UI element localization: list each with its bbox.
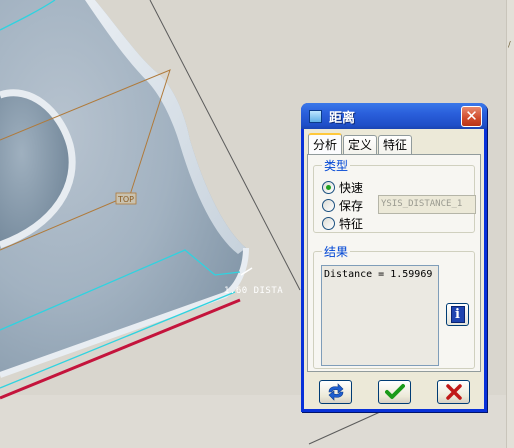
strip-glyph: /	[508, 40, 511, 49]
radio-save-label: 保存	[339, 198, 364, 213]
dialog-app-icon	[309, 109, 322, 123]
type-group: 类型 快速 保存 特征 YSIS_DISTANCE_1	[313, 157, 476, 233]
radio-feature[interactable]: 特征	[322, 215, 363, 231]
dimension-text[interactable]: 1.60 DISTA	[224, 286, 283, 296]
result-group-legend: 结果	[322, 243, 351, 260]
radio-quick[interactable]: 快速	[322, 179, 363, 195]
analysis-tab-panel: 类型 快速 保存 特征 YSIS_DISTANCE_1 结果 Distance …	[307, 154, 481, 372]
repeat-arrows-icon	[328, 383, 343, 401]
repeat-button[interactable]	[319, 380, 352, 404]
info-button[interactable]: i	[446, 303, 469, 326]
red-x-icon	[445, 384, 462, 400]
radio-quick-label: 快速	[339, 180, 364, 195]
tab-feature[interactable]: 特征	[378, 135, 413, 155]
type-group-legend: 类型	[322, 157, 351, 174]
radio-feature-label: 特征	[339, 216, 364, 231]
right-panel-edge	[506, 0, 514, 448]
datum-label[interactable]: TOP	[117, 195, 134, 204]
radio-quick-button[interactable]	[322, 180, 335, 194]
tab-definition[interactable]: 定义	[343, 135, 378, 155]
tab-analysis[interactable]: 分析	[308, 133, 343, 155]
checkmark-icon	[384, 384, 405, 399]
ok-button[interactable]	[378, 380, 411, 404]
cancel-button[interactable]	[437, 380, 470, 404]
result-group: 结果 Distance = 1.59969 i	[313, 243, 475, 369]
distance-dialog: 距离 ✕ 分析 定义 特征 类型 快速 保存 特征 YSIS_DISTANCE_…	[301, 103, 487, 412]
dialog-title: 距离	[329, 110, 356, 126]
radio-save-button[interactable]	[322, 198, 335, 212]
dialog-tabs: 分析 定义 特征	[308, 133, 413, 155]
analysis-name-field[interactable]: YSIS_DISTANCE_1	[378, 195, 476, 214]
info-icon: i	[450, 306, 465, 323]
result-text-area[interactable]: Distance = 1.59969	[321, 265, 439, 366]
radio-save[interactable]: 保存	[322, 197, 363, 213]
close-button[interactable]: ✕	[461, 106, 482, 127]
radio-feature-button[interactable]	[322, 216, 335, 230]
dialog-titlebar[interactable]: 距离 ✕	[301, 103, 487, 129]
